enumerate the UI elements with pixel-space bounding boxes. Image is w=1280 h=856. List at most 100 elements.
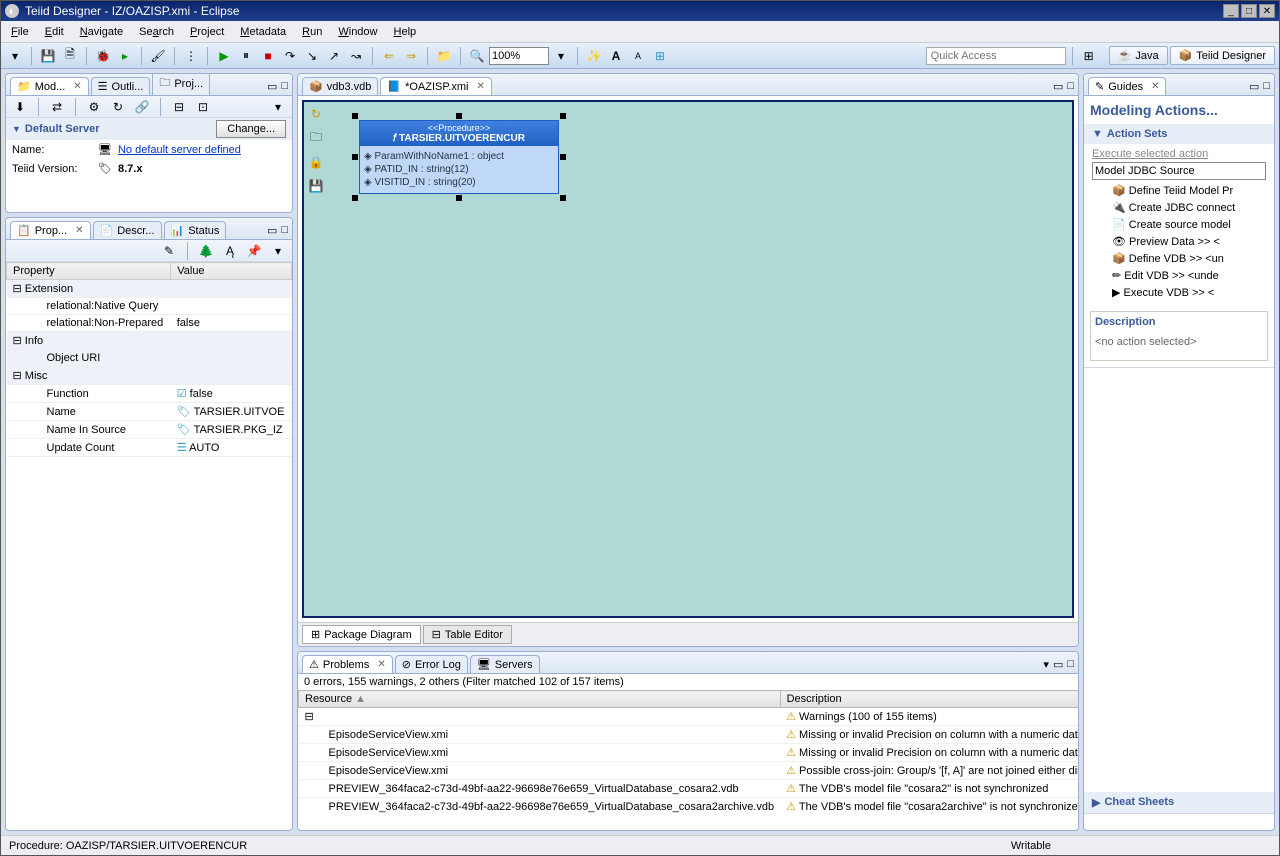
tab-model-explorer[interactable]: 📁Mod...✕ — [10, 77, 89, 95]
action-item[interactable]: 📄 Create source model — [1096, 216, 1262, 233]
tab-table-editor[interactable]: ⊟Table Editor — [423, 625, 512, 644]
save-icon[interactable]: 💾 — [38, 46, 58, 66]
change-server-button[interactable]: Change... — [216, 120, 286, 138]
play-icon[interactable]: ▶ — [214, 46, 234, 66]
group-info[interactable]: ⊟ Info — [7, 332, 171, 350]
problems-row[interactable]: PREVIEW_364faca2-c73d-49bf-aa22-96698e76… — [299, 780, 1079, 798]
param-3[interactable]: ◈ VISITID_IN : string(20) — [364, 176, 554, 189]
tab-error-log[interactable]: ⊘Error Log — [395, 655, 468, 673]
stop-icon[interactable]: ■ — [258, 46, 278, 66]
execute-action-link[interactable]: Execute selected action — [1092, 148, 1208, 160]
col-description[interactable]: Description — [780, 691, 1078, 708]
refresh-icon[interactable]: ↻ — [108, 97, 128, 117]
action-item[interactable]: 📦 Define Teiid Model Pr — [1096, 182, 1262, 199]
zoom-dropdown-icon[interactable]: ▾ — [551, 46, 571, 66]
tab-properties[interactable]: 📋Prop...✕ — [10, 221, 91, 239]
close-icon[interactable]: ✕ — [476, 81, 484, 92]
tab-project[interactable]: 🗀Proj... — [152, 73, 210, 95]
tab-description[interactable]: 📄Descr... — [93, 221, 162, 239]
tab-problems[interactable]: ⚠Problems✕ — [302, 655, 393, 673]
maximize-view-icon[interactable]: □ — [1067, 658, 1074, 671]
prop-name[interactable]: Name — [7, 403, 171, 421]
minimize-view-icon[interactable]: ▭ — [1053, 80, 1063, 93]
palette-folder-icon[interactable]: 🗀 — [308, 130, 324, 146]
maximize-view-icon[interactable]: □ — [1067, 80, 1074, 93]
font-small-icon[interactable]: A — [628, 46, 648, 66]
fwd-icon[interactable]: ⇒ — [401, 46, 421, 66]
tab-status[interactable]: 📊Status — [164, 221, 227, 239]
group-misc[interactable]: ⊟ Misc — [7, 367, 171, 385]
link-icon[interactable]: 🔗 — [132, 97, 152, 117]
menu-navigate[interactable]: Navigate — [76, 24, 127, 40]
action-item[interactable]: 🔌 Create JDBC connect — [1096, 199, 1262, 216]
open-perspective-icon[interactable]: ⊞ — [1079, 46, 1099, 66]
filter-icon[interactable]: ⚙ — [84, 97, 104, 117]
editor-tab-vdb[interactable]: 📦vdb3.vdb — [302, 77, 378, 95]
new-icon[interactable]: ▾ — [5, 46, 25, 66]
back-icon[interactable]: ⇐ — [379, 46, 399, 66]
menu-edit[interactable]: Edit — [41, 24, 68, 40]
maximize-view-icon[interactable]: □ — [1263, 80, 1270, 93]
menu-search[interactable]: Search — [135, 24, 178, 40]
brush-icon[interactable]: 🖌 — [148, 46, 168, 66]
new-prop-icon[interactable]: ✎ — [159, 241, 179, 261]
close-icon[interactable]: ✕ — [1151, 81, 1159, 92]
procedure-box[interactable]: <<Procedure>> 𝑓 TARSIER.UITVOERENCUR ◈ P… — [359, 120, 559, 194]
diagram-editor[interactable]: ↻ 🗀 🔒 💾 <<Procedure>> 𝑓 TARSIER.UITVOERE… — [302, 100, 1074, 618]
step-icon[interactable]: ↷ — [280, 46, 300, 66]
debug-icon[interactable]: 🐞 — [93, 46, 113, 66]
tab-outline[interactable]: ☰Outli... — [91, 77, 151, 95]
menu-metadata[interactable]: Metadata — [236, 24, 290, 40]
saveall-icon[interactable]: 🗎 — [60, 46, 80, 66]
minimize-view-icon[interactable]: ▭ — [1249, 80, 1259, 93]
col-property[interactable]: Property — [7, 263, 171, 280]
action-item[interactable]: 👁 Preview Data >> < — [1096, 233, 1262, 250]
wand-icon[interactable]: ✨ — [584, 46, 604, 66]
cheat-sheets-header[interactable]: ▶Cheat Sheets — [1084, 792, 1274, 813]
perspective-teiid[interactable]: 📦Teiid Designer — [1170, 46, 1275, 65]
param-2[interactable]: ◈ PATID_IN : string(12) — [364, 163, 554, 176]
problems-row[interactable]: EpisodeServiceView.xmi⚠ Possible cross-j… — [299, 762, 1079, 780]
font-large-icon[interactable]: A — [606, 46, 626, 66]
minimize-view-icon[interactable]: ▭ — [1053, 658, 1063, 671]
minimize-view-icon[interactable]: ▭ — [267, 224, 277, 237]
model-combo[interactable] — [1092, 162, 1266, 180]
action-sets-header[interactable]: ▼Action Sets — [1084, 124, 1274, 144]
col-resource[interactable]: Resource ▲ — [299, 691, 781, 708]
perspective-java[interactable]: ☕Java — [1109, 46, 1168, 65]
tree-icon[interactable]: 🌲 — [196, 241, 216, 261]
expand-icon[interactable]: ⊟ — [169, 97, 189, 117]
prop-non-prepared[interactable]: relational:Non-Prepared — [7, 315, 171, 332]
view-menu-icon[interactable]: ▾ — [268, 241, 288, 261]
az-icon[interactable]: Ą — [220, 241, 240, 261]
maximize-button[interactable]: □ — [1241, 4, 1257, 18]
run-icon[interactable]: ▸ — [115, 46, 135, 66]
close-icon[interactable]: ✕ — [73, 81, 81, 92]
view-menu-icon[interactable]: ▾ — [268, 97, 288, 117]
close-icon[interactable]: ✕ — [75, 225, 83, 236]
palette-lock-icon[interactable]: 🔒 — [308, 154, 324, 170]
quick-access-input[interactable] — [926, 47, 1066, 65]
pin-icon[interactable]: 📌 — [244, 241, 264, 261]
problems-row[interactable]: PREVIEW_364faca2-c73d-49bf-aa22-96698e76… — [299, 798, 1079, 815]
search-icon[interactable]: 🔍 — [467, 46, 487, 66]
menu-run[interactable]: Run — [298, 24, 326, 40]
stepinto-icon[interactable]: ↘ — [302, 46, 322, 66]
minimize-button[interactable]: _ — [1223, 4, 1239, 18]
palette-refresh-icon[interactable]: ↻ — [308, 106, 324, 122]
action-item[interactable]: 📦 Define VDB >> <un — [1096, 250, 1262, 267]
tab-guides[interactable]: ✎Guides✕ — [1088, 77, 1166, 95]
menu-file[interactable]: File — [7, 24, 33, 40]
maximize-view-icon[interactable]: □ — [281, 80, 288, 93]
prop-name-in-source[interactable]: Name In Source — [7, 421, 171, 439]
menu-help[interactable]: Help — [390, 24, 421, 40]
col-value[interactable]: Value — [171, 263, 292, 280]
menu-project[interactable]: Project — [186, 24, 228, 40]
collapse-icon[interactable]: ⬇ — [10, 97, 30, 117]
default-server-header[interactable]: ▼ Default Server Change... — [6, 118, 292, 140]
properties-hscroll[interactable] — [6, 814, 292, 830]
collapse-all-icon[interactable]: ⊡ — [193, 97, 213, 117]
prop-function[interactable]: Function — [7, 385, 171, 403]
palette-save-icon[interactable]: 💾 — [308, 178, 324, 194]
close-button[interactable]: ✕ — [1259, 4, 1275, 18]
